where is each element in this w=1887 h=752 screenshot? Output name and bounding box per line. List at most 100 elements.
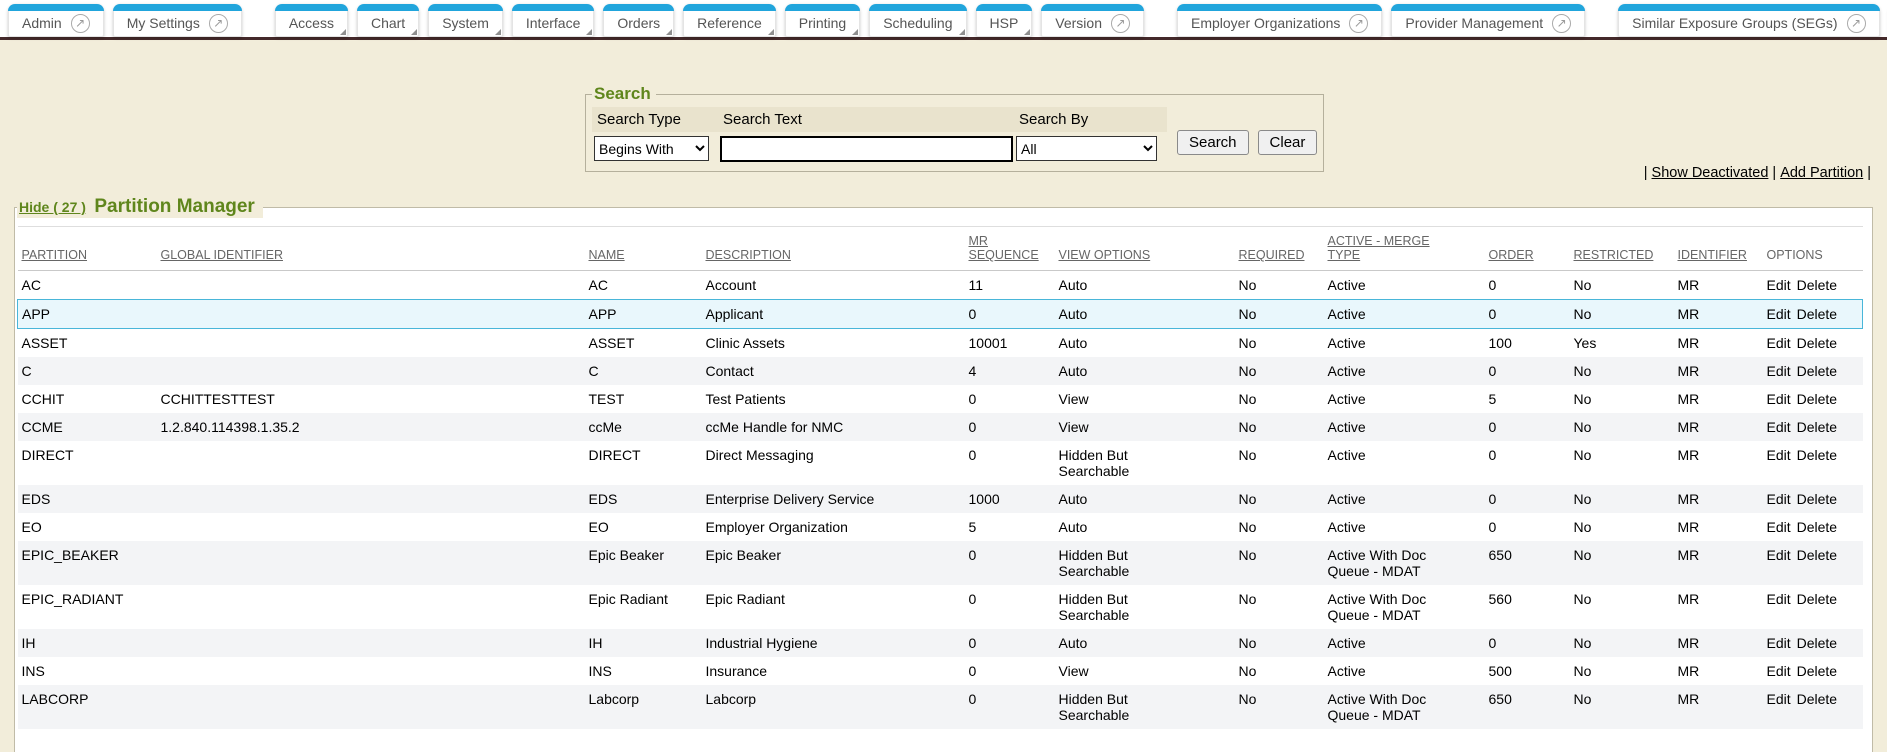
external-link-icon[interactable]: ↗ bbox=[1349, 14, 1368, 33]
delete-link[interactable]: Delete bbox=[1797, 635, 1837, 651]
delete-link[interactable]: Delete bbox=[1797, 547, 1837, 563]
table-row[interactable]: IH IH Industrial Hygiene 0 Auto No Activ… bbox=[18, 629, 1863, 657]
nav-tab-bar: Admin ↗ My Settings ↗ Access Chart Syste… bbox=[8, 4, 1887, 37]
nav-tab-chart[interactable]: Chart bbox=[357, 4, 419, 37]
external-link-icon[interactable]: ↗ bbox=[209, 14, 228, 33]
edit-link[interactable]: Edit bbox=[1767, 306, 1791, 322]
column-header-name[interactable]: NAME bbox=[585, 227, 702, 271]
nav-tab-similar-exposure-groups-segs[interactable]: Similar Exposure Groups (SEGs) ↗ bbox=[1618, 4, 1879, 37]
delete-link[interactable]: Delete bbox=[1797, 335, 1837, 351]
nav-tab-access[interactable]: Access bbox=[275, 4, 348, 37]
cell-mr-sequence: 0 bbox=[965, 629, 1055, 657]
nav-tab-version[interactable]: Version ↗ bbox=[1041, 4, 1144, 37]
tab-label: Reference bbox=[697, 15, 762, 31]
search-by-select[interactable]: All bbox=[1016, 136, 1157, 161]
edit-link[interactable]: Edit bbox=[1767, 447, 1791, 463]
delete-link[interactable]: Delete bbox=[1797, 447, 1837, 463]
cell-description: Labcorp bbox=[702, 685, 965, 729]
edit-link[interactable]: Edit bbox=[1767, 519, 1791, 535]
edit-link[interactable]: Edit bbox=[1767, 277, 1791, 293]
delete-link[interactable]: Delete bbox=[1797, 591, 1837, 607]
delete-link[interactable]: Delete bbox=[1797, 419, 1837, 435]
table-row[interactable]: EPIC_BEAKER Epic Beaker Epic Beaker 0 Hi… bbox=[18, 541, 1863, 585]
nav-tab-reference[interactable]: Reference bbox=[683, 4, 776, 37]
cell-description: Test Patients bbox=[702, 385, 965, 413]
column-header-partition[interactable]: PARTITION bbox=[18, 227, 157, 271]
column-header-required[interactable]: REQUIRED bbox=[1235, 227, 1324, 271]
nav-tab-provider-management[interactable]: Provider Management ↗ bbox=[1391, 4, 1585, 37]
hide-link[interactable]: Hide ( 27 ) bbox=[19, 199, 86, 215]
cell-restricted: No bbox=[1570, 357, 1674, 385]
nav-tab-scheduling[interactable]: Scheduling bbox=[869, 4, 966, 37]
edit-link[interactable]: Edit bbox=[1767, 635, 1791, 651]
nav-tab-employer-organizations[interactable]: Employer Organizations ↗ bbox=[1177, 4, 1382, 37]
cell-name: AC bbox=[585, 271, 702, 300]
dropdown-fold-icon bbox=[852, 29, 858, 35]
show-deactivated-link[interactable]: Show Deactivated bbox=[1652, 165, 1769, 181]
column-header-active-merge-type[interactable]: ACTIVE - MERGE TYPE bbox=[1324, 227, 1485, 271]
table-row[interactable]: CCME 1.2.840.114398.1.35.2 ccMe ccMe Han… bbox=[18, 413, 1863, 441]
search-panel-title: Search bbox=[592, 84, 656, 104]
table-row[interactable]: CCHIT CCHITTESTTEST TEST Test Patients 0… bbox=[18, 385, 1863, 413]
delete-link[interactable]: Delete bbox=[1797, 306, 1837, 322]
table-row[interactable]: C C Contact 4 Auto No Active 0 No MR Edi… bbox=[18, 357, 1863, 385]
external-link-icon[interactable]: ↗ bbox=[1552, 14, 1571, 33]
tab-label: My Settings bbox=[127, 15, 200, 31]
delete-link[interactable]: Delete bbox=[1797, 663, 1837, 679]
nav-tab-hsp[interactable]: HSP bbox=[976, 4, 1033, 37]
column-header-global-identifier[interactable]: GLOBAL IDENTIFIER bbox=[157, 227, 585, 271]
nav-tab-my-settings[interactable]: My Settings ↗ bbox=[113, 4, 242, 37]
cell-global-identifier: CCHITTESTTEST bbox=[157, 385, 585, 413]
external-link-icon[interactable]: ↗ bbox=[1111, 14, 1130, 33]
search-text-input[interactable] bbox=[720, 136, 1013, 162]
external-link-icon[interactable]: ↗ bbox=[1847, 14, 1866, 33]
nav-tab-printing[interactable]: Printing bbox=[785, 4, 860, 37]
edit-link[interactable]: Edit bbox=[1767, 691, 1791, 707]
edit-link[interactable]: Edit bbox=[1767, 391, 1791, 407]
nav-tab-interface[interactable]: Interface bbox=[512, 4, 594, 37]
cell-global-identifier: 1.2.840.114398.1.35.2 bbox=[157, 413, 585, 441]
search-button[interactable]: Search bbox=[1177, 130, 1249, 155]
edit-link[interactable]: Edit bbox=[1767, 547, 1791, 563]
clear-button[interactable]: Clear bbox=[1258, 130, 1318, 155]
delete-link[interactable]: Delete bbox=[1797, 691, 1837, 707]
delete-link[interactable]: Delete bbox=[1797, 277, 1837, 293]
table-row[interactable]: EPIC_RADIANT Epic Radiant Epic Radiant 0… bbox=[18, 585, 1863, 629]
cell-mr-sequence: 0 bbox=[965, 685, 1055, 729]
column-header-restricted[interactable]: RESTRICTED bbox=[1570, 227, 1674, 271]
edit-link[interactable]: Edit bbox=[1767, 335, 1791, 351]
column-header-identifier[interactable]: IDENTIFIER bbox=[1674, 227, 1763, 271]
delete-link[interactable]: Delete bbox=[1797, 363, 1837, 379]
edit-link[interactable]: Edit bbox=[1767, 491, 1791, 507]
column-header-order[interactable]: ORDER bbox=[1485, 227, 1570, 271]
table-row[interactable]: EDS EDS Enterprise Delivery Service 1000… bbox=[18, 485, 1863, 513]
table-row[interactable]: APP APP Applicant 0 Auto No Active 0 No … bbox=[18, 300, 1863, 329]
delete-link[interactable]: Delete bbox=[1797, 491, 1837, 507]
edit-link[interactable]: Edit bbox=[1767, 663, 1791, 679]
table-row[interactable]: EO EO Employer Organization 5 Auto No Ac… bbox=[18, 513, 1863, 541]
edit-link[interactable]: Edit bbox=[1767, 419, 1791, 435]
edit-link[interactable]: Edit bbox=[1767, 363, 1791, 379]
table-row[interactable]: LABCORP Labcorp Labcorp 0 Hidden But Sea… bbox=[18, 685, 1863, 729]
nav-tab-orders[interactable]: Orders bbox=[603, 4, 674, 37]
cell-view-options: Auto bbox=[1055, 357, 1235, 385]
cell-name: APP bbox=[585, 300, 702, 329]
cell-global-identifier bbox=[157, 357, 585, 385]
edit-link[interactable]: Edit bbox=[1767, 591, 1791, 607]
nav-tab-admin[interactable]: Admin ↗ bbox=[8, 4, 104, 37]
cell-mr-sequence: 0 bbox=[965, 657, 1055, 685]
search-type-select[interactable]: Begins With bbox=[594, 136, 709, 161]
column-header-view-options[interactable]: VIEW OPTIONS bbox=[1055, 227, 1235, 271]
table-row[interactable]: AC AC Account 11 Auto No Active 0 No MR … bbox=[18, 271, 1863, 300]
table-row[interactable]: INS INS Insurance 0 View No Active 500 N… bbox=[18, 657, 1863, 685]
nav-tab-system[interactable]: System bbox=[428, 4, 503, 37]
cell-view-options: Auto bbox=[1055, 271, 1235, 300]
delete-link[interactable]: Delete bbox=[1797, 519, 1837, 535]
table-row[interactable]: DIRECT DIRECT Direct Messaging 0 Hidden … bbox=[18, 441, 1863, 485]
add-partition-link[interactable]: Add Partition bbox=[1780, 165, 1863, 181]
external-link-icon[interactable]: ↗ bbox=[71, 14, 90, 33]
delete-link[interactable]: Delete bbox=[1797, 391, 1837, 407]
column-header-description[interactable]: DESCRIPTION bbox=[702, 227, 965, 271]
table-row[interactable]: ASSET ASSET Clinic Assets 10001 Auto No … bbox=[18, 329, 1863, 358]
column-header-mr-sequence[interactable]: MR SEQUENCE bbox=[965, 227, 1055, 271]
